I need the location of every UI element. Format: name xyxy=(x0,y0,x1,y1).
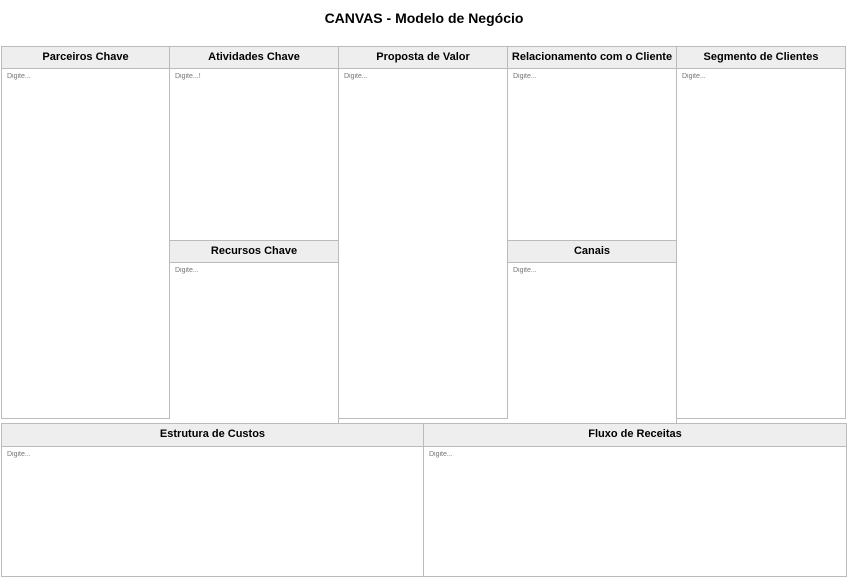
input-relation[interactable] xyxy=(513,73,671,236)
cell-resources[interactable] xyxy=(170,263,339,424)
input-value[interactable] xyxy=(344,73,502,414)
col-value: Proposta de Valor xyxy=(339,46,508,424)
canvas-top-grid: Parceiros Chave Atividades Chave Recurso… xyxy=(1,46,847,424)
col-segments: Segmento de Clientes xyxy=(677,46,846,424)
cell-partners[interactable] xyxy=(1,69,170,419)
page-title: CANVAS - Modelo de Negócio xyxy=(0,0,848,46)
cell-channels[interactable] xyxy=(508,263,677,424)
input-resources[interactable] xyxy=(175,267,333,419)
cell-revenue[interactable] xyxy=(424,447,847,577)
input-activities[interactable] xyxy=(175,73,333,236)
input-channels[interactable] xyxy=(513,267,671,419)
header-channels: Canais xyxy=(508,241,677,263)
header-segments: Segmento de Clientes xyxy=(677,46,846,69)
col-partners: Parceiros Chave xyxy=(1,46,170,424)
col-revenue: Fluxo de Receitas xyxy=(424,423,847,576)
col-costs: Estrutura de Custos xyxy=(1,423,424,576)
header-value: Proposta de Valor xyxy=(339,46,508,69)
cell-value[interactable] xyxy=(339,69,508,419)
input-revenue[interactable] xyxy=(429,451,841,572)
header-relation: Relacionamento com o Cliente xyxy=(508,46,677,69)
input-costs[interactable] xyxy=(7,451,418,572)
cell-costs[interactable] xyxy=(1,447,424,577)
header-partners: Parceiros Chave xyxy=(1,46,170,69)
cell-relation[interactable] xyxy=(508,69,677,241)
cell-segments[interactable] xyxy=(677,69,846,419)
header-activities: Atividades Chave xyxy=(170,46,339,69)
header-resources: Recursos Chave xyxy=(170,241,339,263)
input-segments[interactable] xyxy=(682,73,840,414)
col-activities-resources: Atividades Chave Recursos Chave xyxy=(170,46,339,424)
header-costs: Estrutura de Custos xyxy=(1,423,424,446)
col-relation-channels: Relacionamento com o Cliente Canais xyxy=(508,46,677,424)
header-revenue: Fluxo de Receitas xyxy=(424,423,847,446)
canvas-bottom-grid: Estrutura de Custos Fluxo de Receitas xyxy=(1,423,847,576)
input-partners[interactable] xyxy=(7,73,164,414)
cell-activities[interactable] xyxy=(170,69,339,241)
